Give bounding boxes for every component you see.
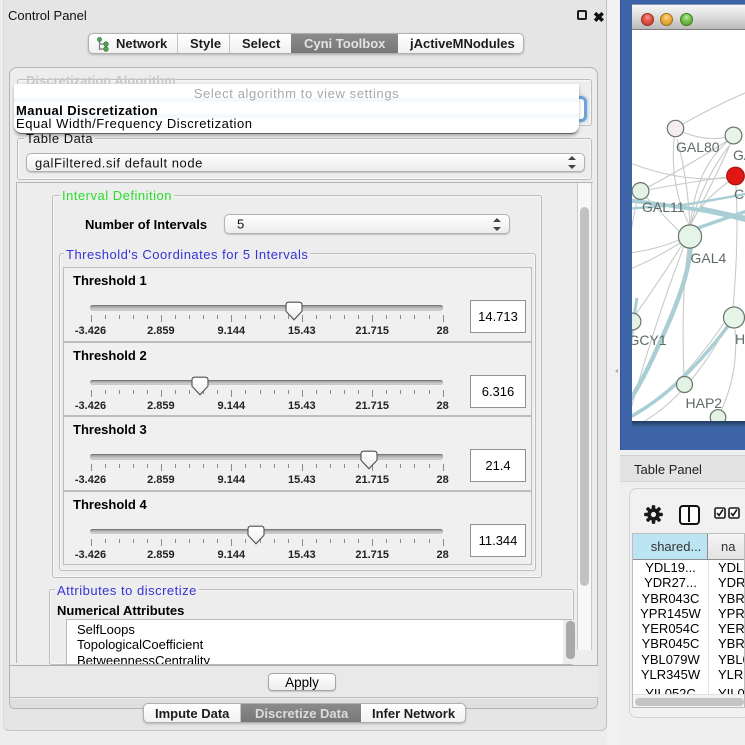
svg-text:GA: GA bbox=[733, 147, 745, 163]
svg-text:HAP2: HAP2 bbox=[686, 395, 723, 411]
svg-text:GAL4: GAL4 bbox=[691, 250, 727, 266]
svg-text:GAL80: GAL80 bbox=[676, 139, 720, 155]
svg-text:H: H bbox=[735, 331, 745, 347]
svg-text:GCY1: GCY1 bbox=[632, 332, 667, 348]
svg-text:GAL11: GAL11 bbox=[642, 199, 685, 215]
svg-text:C: C bbox=[734, 186, 744, 202]
